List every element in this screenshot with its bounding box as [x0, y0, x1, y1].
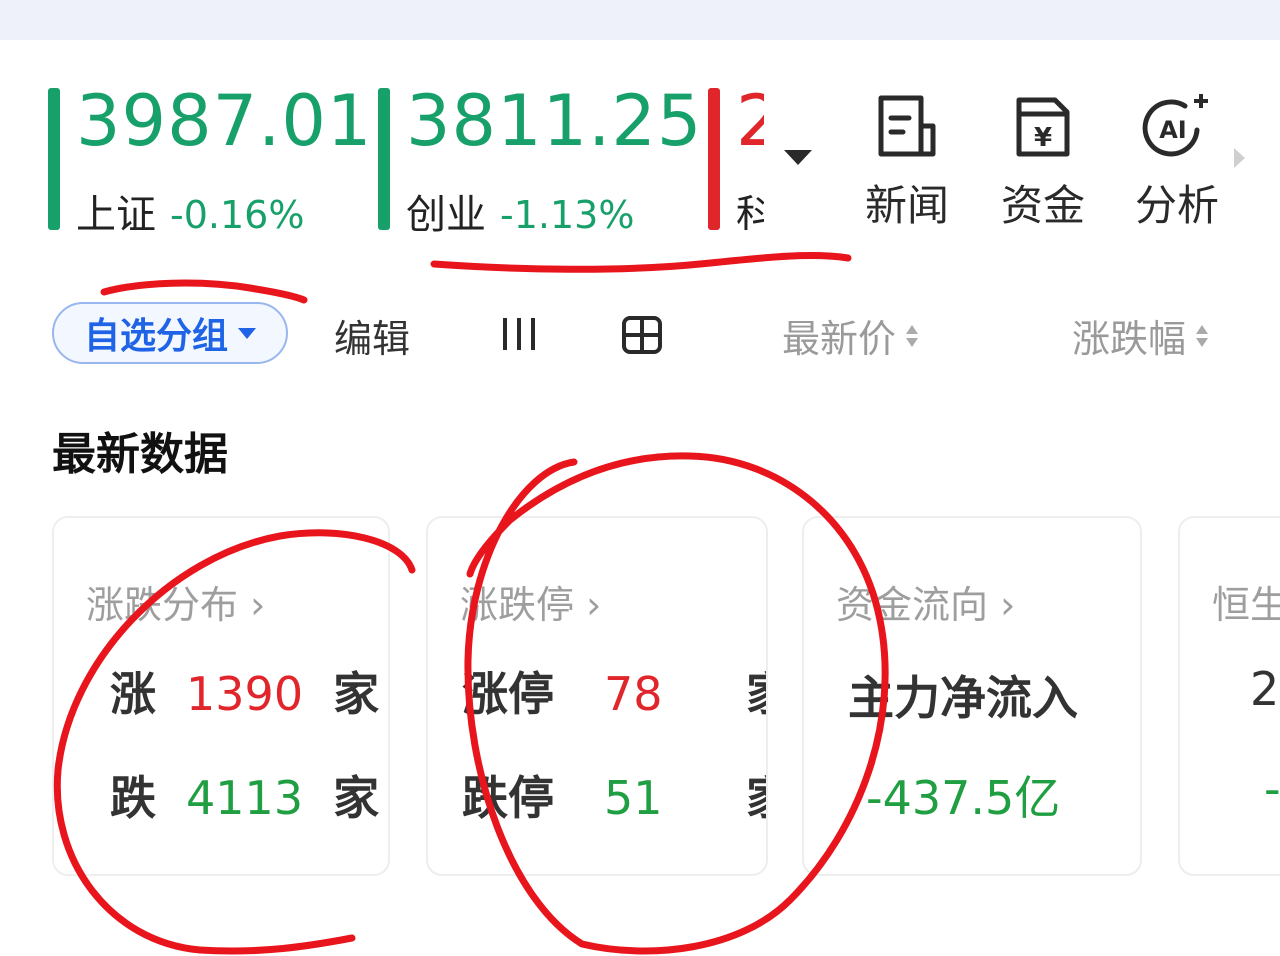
unit-label: 家: [333, 771, 380, 825]
card-title: 涨跌停 ›: [460, 583, 602, 627]
ai-analysis-icon: AI: [1142, 94, 1208, 157]
limit-up-row: 涨停 78 家: [462, 658, 766, 724]
grid-view-icon[interactable]: [622, 316, 662, 354]
index-value: 3987.01: [76, 80, 373, 162]
limit-down-count: 51: [604, 771, 663, 825]
sort-arrows-icon: [1196, 324, 1209, 347]
down-label: 跌: [110, 771, 156, 825]
edit-button[interactable]: 编辑: [334, 308, 410, 363]
scroll-right-icon[interactable]: [1234, 148, 1245, 168]
index-name: 上证: [76, 192, 156, 238]
fund-icon: ¥: [1016, 97, 1070, 157]
sort-latest-price[interactable]: 最新价: [782, 308, 919, 363]
down-count: 4113: [186, 771, 304, 825]
unit-label: 家: [746, 667, 766, 721]
dropdown-caret-icon: [238, 327, 256, 339]
index-value: 3811.25: [406, 80, 703, 162]
hang-seng-value: 24: [1250, 662, 1280, 716]
index-value: 2: [736, 88, 764, 162]
index-label: 创业 -1.13%: [406, 182, 634, 240]
index-star-market[interactable]: 2 科: [708, 88, 764, 230]
unit-label: 家: [746, 771, 766, 825]
watchlist-group-dropdown[interactable]: 自选分组: [52, 302, 288, 364]
index-change: -0.16%: [170, 193, 305, 237]
index-dropdown-icon[interactable]: [784, 150, 812, 165]
group-label: 自选分组: [83, 316, 228, 357]
card-title: 资金流向 ›: [836, 583, 1016, 627]
underline-shanghai: [100, 279, 308, 304]
hang-seng-change: -: [1264, 762, 1280, 816]
index-color-bar: [378, 88, 390, 230]
news-button[interactable]: 新闻: [852, 92, 962, 233]
news-label: 新闻: [864, 181, 949, 230]
card-limit-up-down[interactable]: 涨跌停 › 涨停 78 家 跌停 51 家: [426, 516, 768, 876]
limit-down-row: 跌停 51 家: [462, 762, 766, 828]
index-color-bar: [708, 88, 720, 230]
index-color-bar: [48, 88, 60, 230]
card-title: 恒生: [1212, 583, 1280, 627]
limit-up-count: 78: [604, 667, 663, 721]
analysis-label: 分析: [1134, 181, 1219, 230]
index-name: 科: [736, 192, 764, 230]
section-title: 最新数据: [52, 429, 228, 480]
top-status-strip: [0, 0, 1280, 40]
index-chinext[interactable]: 3811.25 创业 -1.13%: [378, 80, 701, 238]
up-count: 1390: [186, 667, 304, 721]
unit-label: 家: [333, 667, 380, 721]
up-count-row: 涨 1390 家: [110, 658, 379, 724]
sort-arrows-icon: [906, 324, 919, 347]
card-up-down-distribution[interactable]: 涨跌分布 › 涨 1390 家 跌 4113 家: [52, 516, 390, 876]
news-icon: [878, 95, 936, 157]
down-count-row: 跌 4113 家: [110, 762, 379, 828]
svg-text:AI: AI: [1159, 116, 1187, 144]
index-label: 上证 -0.16%: [76, 182, 304, 240]
up-label: 涨: [110, 667, 156, 721]
list-view-icon[interactable]: [500, 316, 538, 352]
main-net-inflow-value: -437.5亿: [866, 771, 1061, 825]
limit-down-label: 跌停: [462, 771, 554, 825]
svg-text:¥: ¥: [1034, 123, 1052, 153]
card-title: 涨跌分布 ›: [86, 583, 266, 627]
latest-price-label: 最新价: [782, 317, 897, 361]
analysis-button[interactable]: AI 分析: [1122, 92, 1232, 233]
limit-up-label: 涨停: [462, 667, 554, 721]
index-label: 科: [736, 182, 764, 230]
index-shanghai[interactable]: 3987.01 上证 -0.16%: [48, 80, 371, 238]
card-fund-flow[interactable]: 资金流向 › 主力净流入 -437.5亿: [802, 516, 1142, 876]
sort-change-pct[interactable]: 涨跌幅: [1072, 308, 1209, 363]
fund-label: 资金: [1000, 181, 1085, 230]
card-hang-seng[interactable]: 恒生 24 -: [1178, 516, 1280, 876]
change-pct-label: 涨跌幅: [1072, 317, 1187, 361]
underline-chinext: [430, 252, 852, 273]
fund-button[interactable]: ¥ 资金: [988, 92, 1098, 233]
index-change: -1.13%: [500, 193, 635, 237]
index-name: 创业: [406, 192, 486, 238]
main-net-inflow-label: 主力净流入: [848, 671, 1078, 725]
